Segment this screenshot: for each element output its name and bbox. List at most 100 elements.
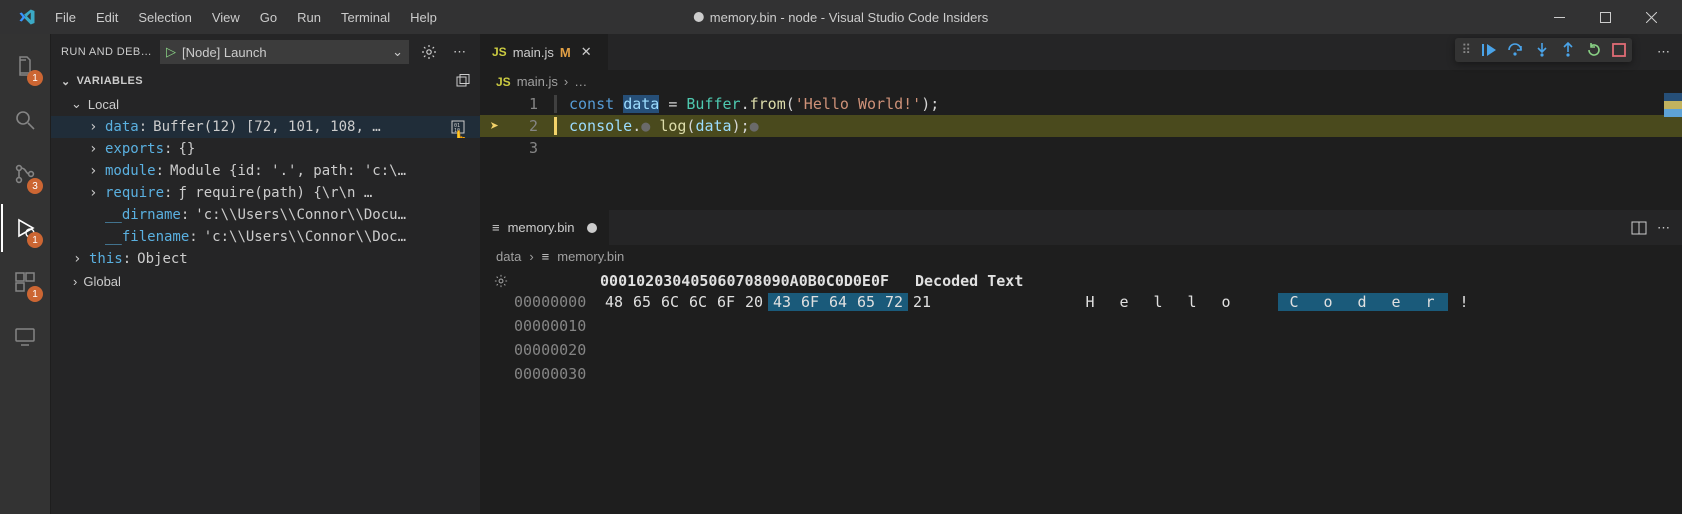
split-editor-icon[interactable] <box>1631 220 1647 236</box>
step-into-button[interactable] <box>1534 42 1550 58</box>
variable-__filename[interactable]: __filename:'c:\\Users\\Connor\\Doc… <box>51 226 480 248</box>
decoded-char[interactable]: o <box>1312 293 1346 311</box>
decoded-char[interactable]: H <box>1074 293 1108 311</box>
chevron-down-icon: ⌄ <box>61 75 71 88</box>
hex-col-header: 03 <box>654 272 672 290</box>
scope-local[interactable]: ⌄ Local <box>51 92 480 116</box>
decoded-char[interactable]: ! <box>1448 293 1482 311</box>
decoded-text-header: Decoded Text <box>915 272 1023 290</box>
sidebar-header: RUN AND DEB… ▷ [Node] Launch ⌄ ⋯ <box>51 34 480 70</box>
decoded-char[interactable]: l <box>1176 293 1210 311</box>
menu-item-run[interactable]: Run <box>288 6 330 29</box>
hex-col-header: 08 <box>745 272 763 290</box>
variable-data[interactable]: ›data:Buffer(12) [72, 101, 108, …0110👆 <box>51 116 480 138</box>
hex-row[interactable]: 00000010 <box>488 314 1674 338</box>
activity-scm[interactable]: 3 <box>1 150 49 198</box>
minimize-button[interactable] <box>1536 0 1582 34</box>
menu-item-go[interactable]: Go <box>251 6 286 29</box>
more-icon[interactable]: ⋯ <box>449 44 470 60</box>
grip-icon[interactable]: ⠿ <box>1461 42 1471 58</box>
breadcrumb-hex[interactable]: data › ≡ memory.bin <box>480 245 1682 268</box>
hex-byte[interactable]: 65 <box>628 293 656 311</box>
launch-config-selector[interactable]: ▷ [Node] Launch ⌄ <box>160 40 409 64</box>
scope-global[interactable]: › Global <box>51 270 480 293</box>
hex-editor[interactable]: 000102030405060708090A0B0C0D0E0F Decoded… <box>480 268 1682 390</box>
hex-byte[interactable]: 6F <box>712 293 740 311</box>
badge: 1 <box>27 70 43 86</box>
continue-button[interactable] <box>1481 42 1497 58</box>
maximize-button[interactable] <box>1582 0 1628 34</box>
hex-byte[interactable]: 6F <box>796 293 824 311</box>
hex-byte[interactable]: 43 <box>768 293 796 311</box>
decoded-char[interactable]: r <box>1414 293 1448 311</box>
hex-col-header: 0D <box>835 272 853 290</box>
step-over-button[interactable] <box>1507 42 1524 58</box>
tab-main-js[interactable]: JS main.js M ✕ <box>480 34 608 70</box>
restart-button[interactable] <box>1586 42 1602 58</box>
decoded-char[interactable]: e <box>1108 293 1142 311</box>
hex-row[interactable]: 00000020 <box>488 338 1674 362</box>
menu-item-selection[interactable]: Selection <box>129 6 200 29</box>
hex-byte[interactable]: 20 <box>740 293 768 311</box>
hex-byte[interactable]: 6C <box>684 293 712 311</box>
activity-bar: 1 3 1 1 <box>0 34 50 514</box>
decoded-char[interactable]: d <box>1346 293 1380 311</box>
decoded-char[interactable]: e <box>1380 293 1414 311</box>
badge: 1 <box>27 286 43 302</box>
menu-item-terminal[interactable]: Terminal <box>332 6 399 29</box>
variable-this[interactable]: › this: Object <box>51 248 480 270</box>
vscode-logo-icon <box>18 8 36 26</box>
hex-tab-bar: ≡ memory.bin ⋯ <box>480 209 1682 245</box>
hex-col-header: 0E <box>853 272 871 290</box>
activity-explorer[interactable]: 1 <box>1 42 49 90</box>
code-editor[interactable]: ➤ 1const data = Buffer.from('Hello World… <box>480 93 1682 209</box>
variable-exports[interactable]: ›exports:{} <box>51 138 480 160</box>
js-file-icon: JS <box>492 45 507 59</box>
hex-col-header: 0F <box>871 272 889 290</box>
activity-search[interactable] <box>1 96 49 144</box>
code-line: 2console.● log(data);● <box>480 115 1682 137</box>
decoded-char[interactable]: l <box>1142 293 1176 311</box>
hex-address: 00000010 <box>514 317 600 335</box>
hex-byte[interactable]: 21 <box>908 293 936 311</box>
hex-byte[interactable]: 48 <box>600 293 628 311</box>
gear-icon[interactable] <box>417 44 441 60</box>
hex-row[interactable]: 0000000048656C6C6F20436F64657221Hello Co… <box>488 290 1674 314</box>
minimap[interactable] <box>1664 93 1682 117</box>
stop-button[interactable] <box>1612 43 1626 57</box>
menu-item-help[interactable]: Help <box>401 6 446 29</box>
step-out-button[interactable] <box>1560 42 1576 58</box>
decoded-char[interactable]: o <box>1210 293 1244 311</box>
tab-memory-bin[interactable]: ≡ memory.bin <box>480 210 609 246</box>
tab-overflow-icon[interactable]: ⋯ <box>1645 44 1682 60</box>
hex-col-header: 0C <box>817 272 835 290</box>
variable-require[interactable]: ›require:ƒ require(path) {\r\n … <box>51 182 480 204</box>
variable-module[interactable]: ›module:Module {id: '.', path: 'c:\… <box>51 160 480 182</box>
dirty-indicator-icon <box>694 12 704 22</box>
hex-col-header: 0A <box>781 272 799 290</box>
debug-toolbar: ⠿ <box>1455 38 1632 62</box>
hex-byte[interactable]: 64 <box>824 293 852 311</box>
breadcrumb-top[interactable]: JS main.js › … <box>480 70 1682 93</box>
variable-__dirname[interactable]: __dirname:'c:\\Users\\Connor\\Docu… <box>51 204 480 226</box>
chevron-down-icon: ⌄ <box>392 44 403 60</box>
close-button[interactable] <box>1628 0 1674 34</box>
more-icon[interactable]: ⋯ <box>1657 220 1670 236</box>
collapse-all-icon[interactable] <box>456 74 470 88</box>
activity-remote[interactable] <box>1 312 49 360</box>
activity-run-debug[interactable]: 1 <box>1 204 49 252</box>
menu-item-file[interactable]: File <box>46 6 85 29</box>
menu-item-edit[interactable]: Edit <box>87 6 127 29</box>
menu-item-view[interactable]: View <box>203 6 249 29</box>
chevron-down-icon: ⌄ <box>71 96 82 112</box>
hex-byte[interactable]: 65 <box>852 293 880 311</box>
hex-row[interactable]: 00000030 <box>488 362 1674 386</box>
close-tab-icon[interactable]: ✕ <box>577 44 596 60</box>
variables-section-header[interactable]: ⌄ VARIABLES <box>51 70 480 92</box>
chevron-right-icon: › <box>564 74 568 89</box>
hex-byte[interactable]: 72 <box>880 293 908 311</box>
decoded-char[interactable]: C <box>1278 293 1312 311</box>
gear-icon[interactable] <box>488 274 514 288</box>
hex-byte[interactable]: 6C <box>656 293 684 311</box>
activity-extensions[interactable]: 1 <box>1 258 49 306</box>
